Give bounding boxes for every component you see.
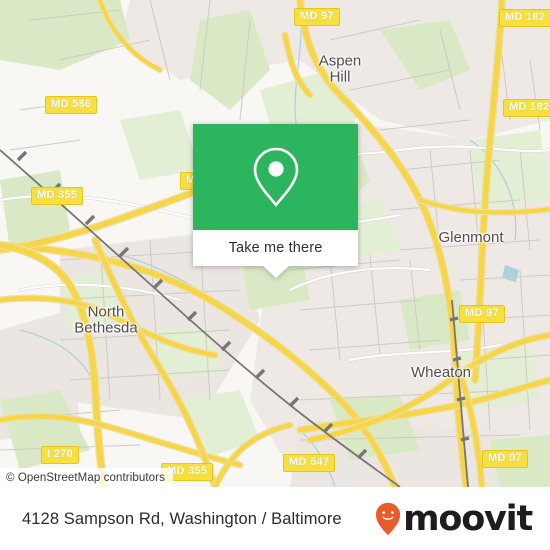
road-shield: MD 182 [499,9,550,27]
popup-header [193,124,358,230]
moovit-logo[interactable]: moovit [375,498,533,539]
road-shield: MD 97 [294,8,340,26]
place-label-line: Aspen [318,52,362,70]
popup-action-row[interactable]: Take me there [193,230,358,266]
road-shield: MD 586 [45,96,98,114]
road-shield: I 270 [41,446,79,464]
osm-attribution[interactable]: © OpenStreetMap contributors [0,468,173,487]
road-shield: MD 182 [503,99,550,117]
location-popup-card[interactable]: Take me there [193,124,358,278]
map-pin-icon [253,147,298,208]
place-label-line: Wheaton [410,364,472,382]
map-screenshot: .base { fill:#f8f7f4; } .urban { fill:#e… [0,0,550,550]
place-label-line: Bethesda [74,319,138,336]
place-label: Glenmont [438,230,503,246]
take-me-there-label: Take me there [228,240,323,256]
popup-pointer [262,266,289,278]
moovit-pin-smile-logo [375,502,401,536]
place-label: Wheaton [411,365,471,381]
road-shield: MD 355 [31,187,84,205]
place-label: North Bethesda [74,304,137,336]
road-shield: MD 97 [459,305,505,323]
moovit-wordmark: moovit [403,498,533,539]
road-shield: MD 547 [283,454,336,472]
road-shield: MD 97 [482,450,528,468]
place-label-line: Glenmont [438,229,504,247]
address-label: 4128 Sampson Rd, Washington / Baltimore [22,509,342,528]
place-label-line: Hill [329,68,351,85]
footer-bar: 4128 Sampson Rd, Washington / Baltimore … [0,487,550,550]
place-label: Aspen Hill [319,53,362,85]
place-label-line: North [87,303,125,321]
attribution-text: © OpenStreetMap contributors [6,471,165,484]
